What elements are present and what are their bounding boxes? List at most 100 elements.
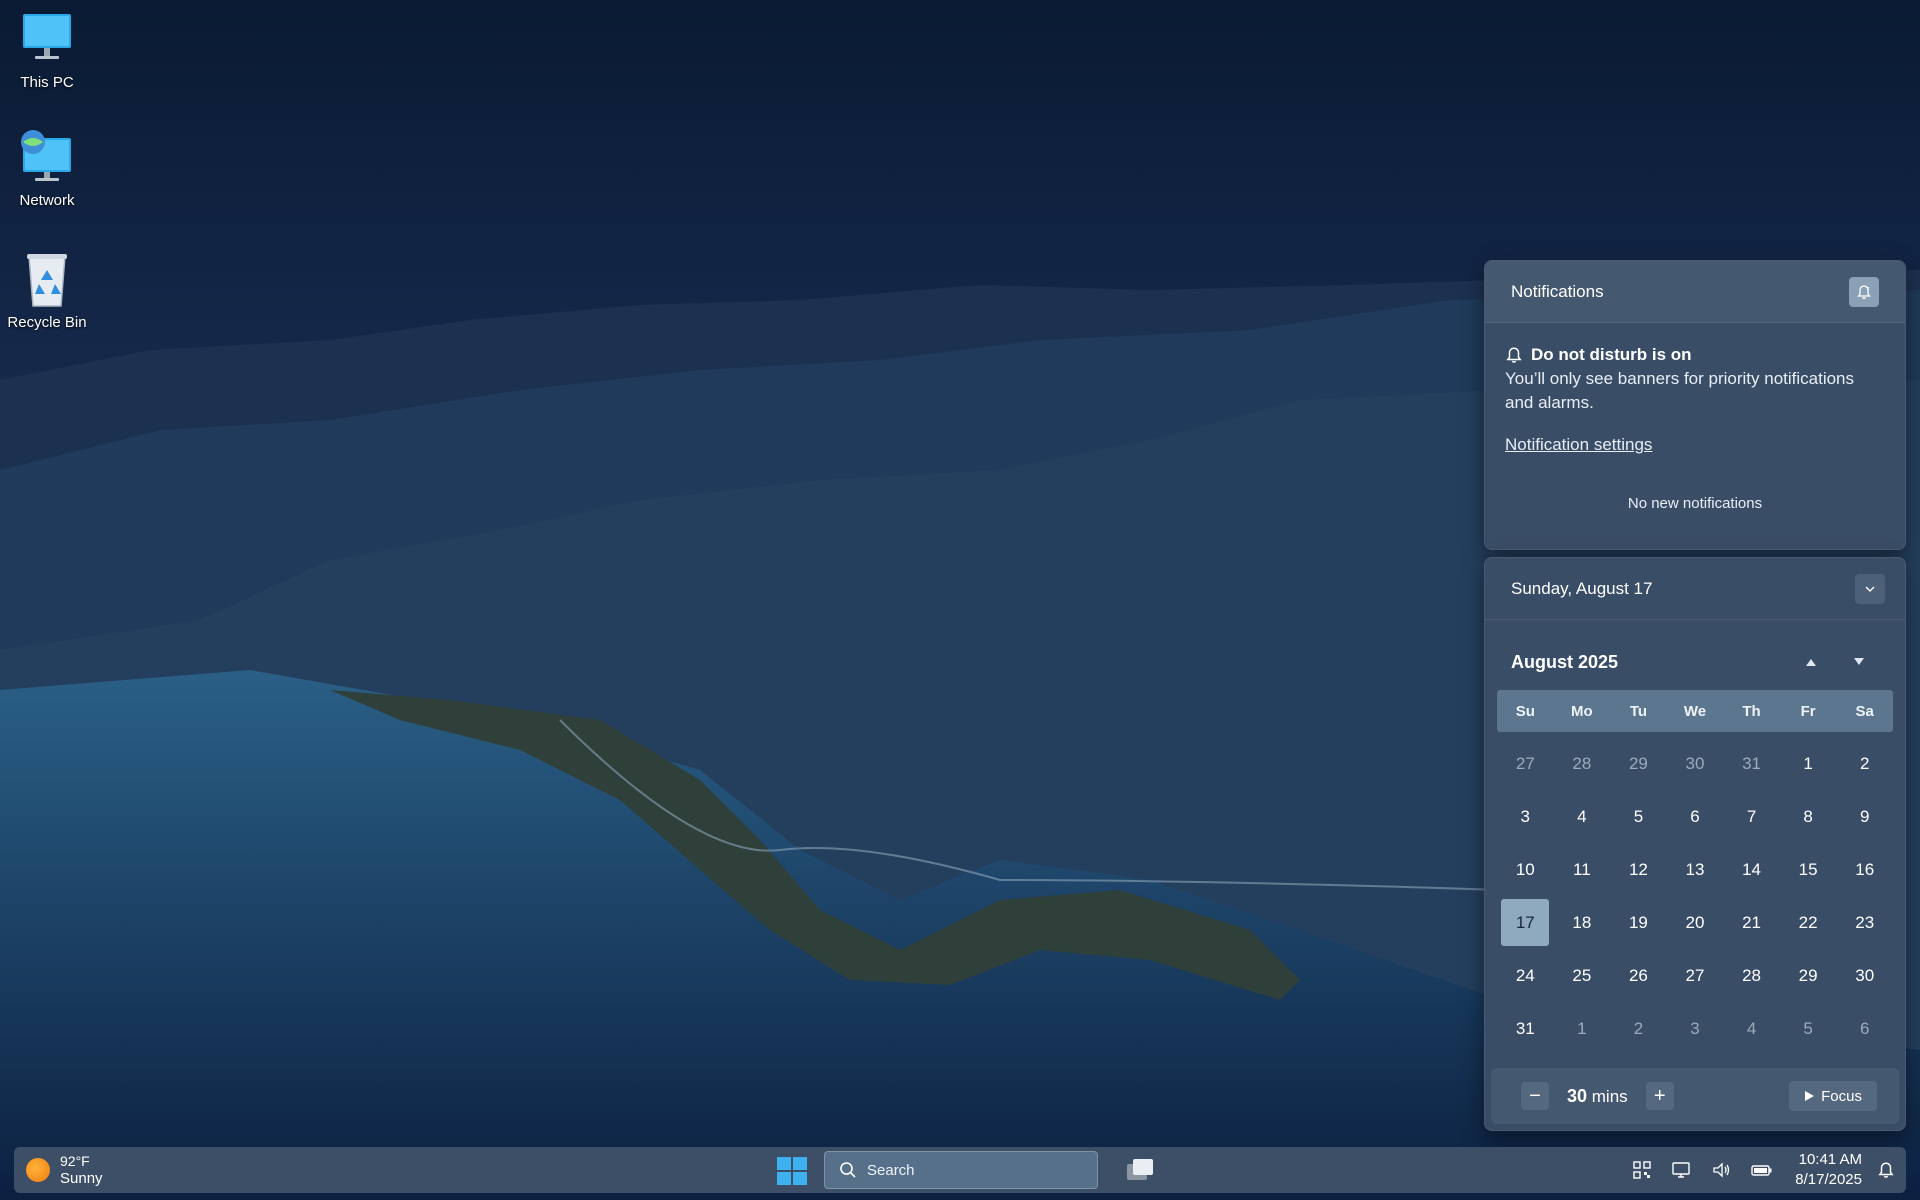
desktop-icon-recycle-bin[interactable]: Recycle Bin (4, 250, 90, 331)
calendar-day[interactable]: 30 (1836, 949, 1893, 1002)
calendar-day[interactable]: 26 (1610, 949, 1667, 1002)
calendar-day[interactable]: 24 (1497, 949, 1554, 1002)
task-view-button[interactable] (1124, 1155, 1156, 1185)
network-icon (17, 128, 77, 188)
taskbar-clock[interactable]: 10:41 AM 8/17/2025 (1782, 1150, 1866, 1190)
calendar-day-number: 22 (1798, 912, 1818, 932)
calendar-day[interactable]: 3 (1497, 790, 1554, 843)
calendar-day[interactable]: 28 (1554, 737, 1611, 790)
calendar-day[interactable]: 11 (1554, 843, 1611, 896)
calendar-day[interactable]: 23 (1836, 896, 1893, 949)
search-icon (840, 1162, 856, 1178)
calendar-day[interactable]: 14 (1723, 843, 1780, 896)
calendar-day[interactable]: 2 (1610, 1002, 1667, 1055)
dnd-bell-icon (1506, 347, 1522, 363)
tray-volume-button[interactable] (1702, 1147, 1742, 1193)
do-not-disturb-toggle[interactable]: z (1849, 276, 1879, 307)
calendar-day[interactable]: 4 (1723, 1002, 1780, 1055)
calendar-day[interactable]: 8 (1780, 790, 1837, 843)
calendar-day[interactable]: 15 (1780, 843, 1837, 896)
calendar-day[interactable]: 27 (1667, 949, 1724, 1002)
month-label[interactable]: August 2025 (1511, 652, 1787, 673)
calendar-day[interactable]: 20 (1667, 896, 1724, 949)
collapse-calendar-button[interactable] (1855, 573, 1885, 604)
weather-widget[interactable]: 92°F Sunny (14, 1153, 214, 1188)
dnd-description: You’ll only see banners for priority not… (1505, 369, 1855, 412)
desktop-icon-label: This PC (20, 74, 74, 91)
calendar-day[interactable]: 5 (1780, 1002, 1837, 1055)
battery-icon (1751, 1165, 1772, 1176)
calendar-day-number: 12 (1628, 859, 1648, 879)
calendar-day-number: 11 (1573, 859, 1591, 879)
calendar-day[interactable]: 9 (1836, 790, 1893, 843)
calendar-day[interactable]: 5 (1610, 790, 1667, 843)
calendar-day[interactable]: 6 (1836, 1002, 1893, 1055)
taskbar-search-box[interactable]: Search (824, 1151, 1098, 1189)
clock-time: 10:41 AM (1798, 1151, 1862, 1168)
calendar-day-number: 29 (1798, 965, 1818, 985)
task-view-icon (1127, 1159, 1153, 1180)
clock-date: 8/17/2025 (1795, 1171, 1862, 1188)
calendar-day[interactable]: 10 (1497, 843, 1554, 896)
calendar-grid: 27 28 29 30 31 1 2 3 4 5 6 7 8 9 10 11 12 13 14 15 16 17 18 19 2… (1497, 737, 1893, 1055)
calendar-day[interactable]: 22 (1780, 896, 1837, 949)
play-icon (1805, 1091, 1815, 1101)
calendar-day-number: 31 (1515, 1018, 1535, 1038)
tray-battery-button[interactable] (1742, 1147, 1782, 1193)
notification-settings-link[interactable]: Notification settings (1505, 435, 1652, 455)
calendar-day[interactable]: 31 (1497, 1002, 1554, 1055)
calendar-day[interactable]: 31 (1723, 737, 1780, 790)
start-button[interactable] (776, 1156, 808, 1186)
dnd-status-row: Do not disturb is on (1505, 345, 1885, 365)
windows-logo-icon (777, 1157, 807, 1185)
calendar-day-number: 10 (1515, 859, 1535, 879)
calendar-day[interactable]: 19 (1610, 896, 1667, 949)
calendar-day[interactable]: 4 (1554, 790, 1611, 843)
focus-button-label: Focus (1821, 1087, 1862, 1105)
calendar-day-number: 28 (1742, 965, 1762, 985)
calendar-day[interactable]: 1 (1554, 1002, 1611, 1055)
calendar-day[interactable]: 6 (1667, 790, 1724, 843)
weekday-label: Su (1515, 702, 1535, 720)
calendar-day[interactable]: 29 (1610, 737, 1667, 790)
calendar-day[interactable]: 16 (1836, 843, 1893, 896)
calendar-day-number: 18 (1572, 912, 1592, 932)
sun-icon (26, 1158, 50, 1182)
decrease-minutes-button[interactable]: − (1521, 1082, 1549, 1110)
calendar-day-number: 6 (1859, 1018, 1870, 1038)
notifications-title: Notifications (1511, 281, 1604, 301)
increase-minutes-button[interactable]: + (1645, 1082, 1674, 1110)
calendar-day[interactable]: 12 (1610, 843, 1667, 896)
calendar-day[interactable]: 3 (1667, 1002, 1724, 1055)
calendar-day[interactable]: 7 (1723, 790, 1780, 843)
calendar-day-number: 13 (1685, 859, 1705, 879)
focus-minutes-value: 30 (1567, 1085, 1588, 1106)
calendar-day[interactable]: 28 (1723, 949, 1780, 1002)
calendar-day[interactable]: 27 (1497, 737, 1554, 790)
previous-month-button[interactable] (1787, 657, 1835, 667)
desktop-icon-this-pc[interactable]: This PC (4, 10, 90, 91)
calendar-day[interactable]: 21 (1723, 896, 1780, 949)
calendar-day[interactable]: 1 (1780, 737, 1837, 790)
calendar-day[interactable]: 13 (1667, 843, 1724, 896)
tray-network-button[interactable] (1662, 1147, 1702, 1193)
calendar-day[interactable]: 2 (1836, 737, 1893, 790)
calendar-date-header: Sunday, August 17 (1511, 578, 1653, 598)
focus-button[interactable]: Focus (1789, 1081, 1877, 1111)
calendar-day[interactable]: 25 (1554, 949, 1611, 1002)
desktop-icon-label: Network (19, 192, 75, 209)
calendar-day-number: 30 (1685, 753, 1705, 773)
tray-qr-button[interactable] (1622, 1147, 1662, 1193)
calendar-day-number: 3 (1690, 1018, 1700, 1038)
calendar-day-today[interactable]: 17 (1497, 896, 1554, 949)
next-month-button[interactable] (1835, 657, 1883, 667)
calendar-day[interactable]: 18 (1554, 896, 1611, 949)
tray-notification-button[interactable] (1866, 1147, 1906, 1193)
calendar-day-number: 7 (1746, 806, 1757, 826)
notifications-header: Notifications z (1485, 261, 1905, 323)
calendar-day-number: 5 (1633, 806, 1644, 826)
calendar-day[interactable]: 30 (1667, 737, 1724, 790)
desktop-icon-network[interactable]: Network (4, 128, 90, 209)
weekday-label: Th (1742, 702, 1761, 720)
calendar-day[interactable]: 29 (1780, 949, 1837, 1002)
